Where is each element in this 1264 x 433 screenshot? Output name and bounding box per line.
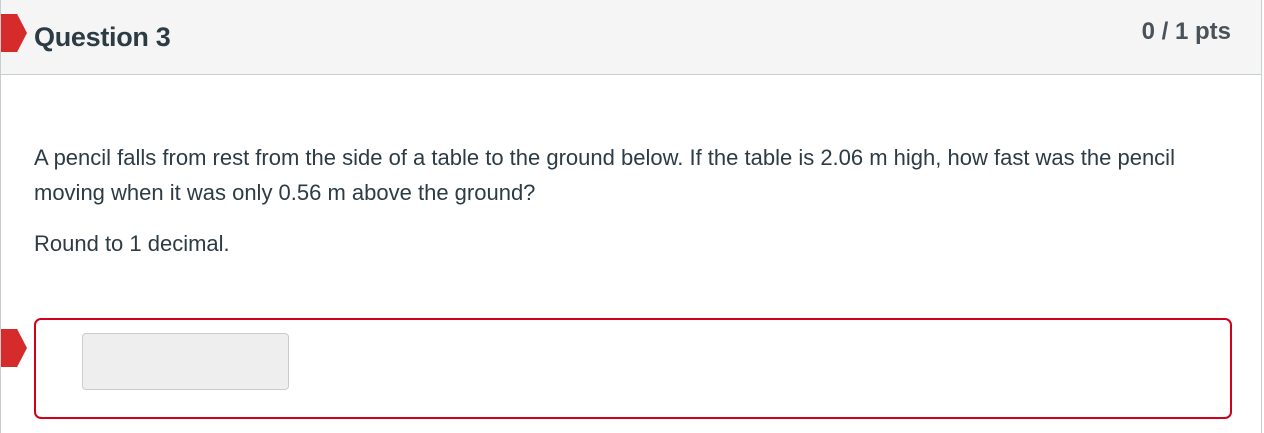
question-points: 0 / 1 pts xyxy=(1141,18,1231,45)
question-header: Question 3 0 / 1 pts xyxy=(1,0,1261,75)
incorrect-answer-flag-icon xyxy=(1,329,27,367)
answer-box xyxy=(34,318,1232,419)
question-card: Question 3 0 / 1 pts A pencil falls from… xyxy=(0,0,1262,433)
question-title: Question 3 xyxy=(34,22,171,52)
question-text: A pencil falls from rest from the side o… xyxy=(34,145,1175,205)
question-instruction: Round to 1 decimal. xyxy=(34,231,230,256)
question-flag-icon xyxy=(1,14,27,52)
answer-input[interactable] xyxy=(82,333,289,390)
